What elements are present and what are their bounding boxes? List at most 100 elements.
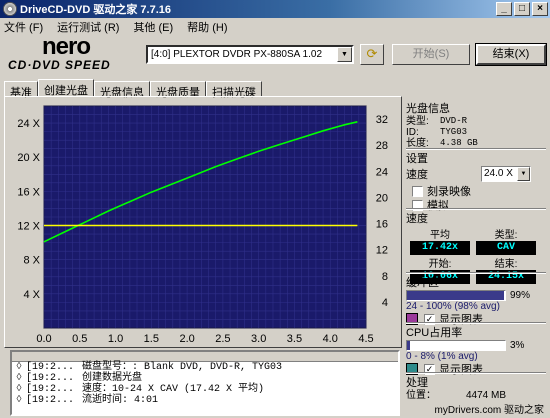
log-text: 磁盘型号：: Blank DVD, DVD-R, TYG03 [82, 362, 283, 373]
log-panel[interactable]: ◊ [19:2... 磁盘型号：: Blank DVD, DVD-R, TYG03 … [10, 350, 400, 416]
start-speed-label: 开始: [428, 259, 452, 270]
log-time: [19:2... [26, 373, 75, 384]
position-value: 4474 MB [466, 390, 507, 401]
x-tick-label: 3.0 [251, 333, 266, 345]
disc-id-label: ID: [406, 127, 419, 138]
x-tick-label: 4.5 [358, 333, 373, 345]
tab-benchmark[interactable]: 基准 [4, 81, 38, 99]
cpu-title: CPU占用率 [406, 327, 463, 339]
info-icon: ◊ [16, 395, 23, 406]
cpu-bar [406, 340, 506, 351]
end-speed-label: 结束: [494, 259, 518, 270]
y-left-tick-label: 24 X [17, 118, 40, 130]
chevron-down-icon[interactable]: ▼ [337, 47, 352, 62]
y-left-tick-label: 8 X [23, 255, 40, 267]
x-tick-label: 1.5 [144, 333, 159, 345]
log-time: [19:2... [26, 384, 75, 395]
maximize-button[interactable]: □ [514, 2, 530, 16]
y-right-tick-label: 28 [376, 140, 388, 152]
tab-bar: 基准 创建光盘 光盘信息 光盘质量 扫描光碟 [4, 79, 262, 99]
y-right-tick-label: 32 [376, 114, 388, 126]
log-row: ◊ [19:2... 速度：10-24 X CAV (17.42 X 平均) [12, 384, 398, 395]
log-text: 创建数据光盘 [82, 373, 142, 384]
y-left-tick-label: 20 X [17, 152, 40, 164]
tab-disc-quality[interactable]: 光盘质量 [150, 81, 206, 99]
log-row: ◊ [19:2... 磁盘型号：: Blank DVD, DVD-R, TYG03 [12, 362, 398, 373]
speed-setting-row: 速度 24.0 X ▼ [406, 166, 546, 182]
settings-section: 设置 速度 24.0 X ▼ 刻录映像 模拟 [406, 148, 546, 212]
y-right-tick-label: 20 [376, 192, 388, 204]
speed-select[interactable]: 24.0 X ▼ [481, 166, 531, 182]
cpu-percent: 3% [510, 340, 525, 351]
x-tick-label: 2.0 [179, 333, 194, 345]
window-title: DriveCD-DVD 驱动之家 7.7.16 [20, 4, 171, 16]
process-section: 处理 位置： 4474 MB [406, 372, 546, 401]
record-image-checkbox[interactable]: 刻录映像 [412, 184, 546, 198]
log-time: [19:2... [26, 362, 75, 373]
disc-info-title: 光盘信息 [406, 103, 450, 115]
y-left-tick-label: 16 X [17, 186, 40, 198]
watermark: myDrivers.com 驱动之家 [434, 405, 544, 416]
x-tick-label: 3.5 [287, 333, 302, 345]
x-tick-label: 4.0 [323, 333, 338, 345]
log-row: ◊ [19:2... 创建数据光盘 [12, 373, 398, 384]
speed-chart-svg: 0.0 0.5 1.0 1.5 2.0 2.5 3.0 3.5 4.0 4.5 24 X 20 X 16… [17, 105, 388, 345]
exit-button[interactable]: 结束(X) [475, 43, 547, 66]
avg-speed-value: 17.42x [410, 241, 470, 255]
disc-info-section: 光盘信息 类型: DVD-R ID: TYG03 长度: 4.38 GB [406, 100, 546, 149]
speed-labels-row-1: 平均 类型: [406, 226, 546, 241]
logo-brand: nero [42, 33, 91, 60]
info-icon: ◊ [16, 384, 23, 395]
disc-type-value: DVD-R [440, 116, 468, 126]
close-button[interactable]: × [532, 2, 548, 16]
y-right-tick-label: 24 [376, 166, 388, 178]
process-title: 处理 [406, 377, 428, 389]
menu-help[interactable]: 帮助 (H) [187, 19, 227, 35]
position-row: 位置： 4474 MB [406, 390, 546, 401]
position-label: 位置： [406, 390, 436, 401]
tab-create-disc[interactable]: 创建光盘 [38, 79, 94, 97]
tab-disc-info[interactable]: 光盘信息 [94, 81, 150, 99]
y-right-tick-label: 12 [376, 245, 388, 257]
menu-file[interactable]: 文件 (F) [4, 19, 43, 35]
title-bar: DriveCD-DVD 驱动之家 7.7.16 _ □ × [0, 0, 550, 18]
speed-values-row-1: 17.42x CAV [406, 241, 546, 255]
disc-id-row: ID: TYG03 [406, 127, 546, 138]
app-disc-icon [3, 2, 17, 16]
log-time: [19:2... [26, 395, 75, 406]
speed-chart: 0.0 0.5 1.0 1.5 2.0 2.5 3.0 3.5 4.0 4.5 24 X 20 X 16… [8, 102, 400, 348]
speed-type-label: 类型: [494, 230, 518, 241]
x-tick-label: 0.5 [72, 333, 87, 345]
start-button[interactable]: 开始(S) [392, 44, 470, 65]
nero-logo: nero CD·DVD SPEED [8, 33, 128, 74]
x-tick-label: 0.0 [36, 333, 51, 345]
refresh-button[interactable]: ⟳ [360, 44, 384, 65]
y-left-tick-label: 12 X [17, 221, 40, 233]
y-right-tick-label: 4 [382, 297, 388, 309]
logo-product: CD·DVD SPEED [8, 58, 111, 72]
checkbox-box[interactable] [412, 185, 423, 197]
tab-scan-disc[interactable]: 扫描光碟 [206, 81, 262, 99]
speed-labels-row-2: 开始: 结束: [406, 255, 546, 270]
disc-id-value: TYG03 [440, 127, 468, 137]
speed-setting-label: 速度 [406, 169, 428, 181]
buffer-title: 缓冲区 [406, 277, 439, 289]
drive-select-value: [4:0] PLEXTOR DVDR PX-880SA 1.02 [151, 49, 323, 60]
cpu-bar-fill [407, 341, 410, 350]
menu-other[interactable]: 其他 (E) [133, 19, 173, 35]
y-right-tick-label: 16 [376, 219, 388, 231]
log-row: ◊ [19:2... 流逝时间: 4:01 [12, 395, 398, 406]
info-icon: ◊ [16, 373, 23, 384]
y-right-tick-label: 8 [382, 271, 388, 283]
log-text: 流逝时间: 4:01 [82, 395, 159, 406]
log-text: 速度：10-24 X CAV (17.42 X 平均) [82, 384, 265, 395]
buffer-bar-row: 99% [406, 290, 546, 301]
chevron-down-icon[interactable]: ▼ [517, 167, 530, 181]
settings-title: 设置 [406, 153, 428, 165]
refresh-icon: ⟳ [366, 46, 378, 61]
disc-type-row: 类型: DVD-R [406, 116, 546, 127]
buffer-section: 缓冲区 99% 24 - 100% (98% avg) ✓ 显示图表 [406, 272, 546, 326]
y-left-tick-label: 4 X [23, 289, 40, 301]
minimize-button[interactable]: _ [496, 2, 512, 16]
drive-select[interactable]: [4:0] PLEXTOR DVDR PX-880SA 1.02 ▼ [146, 45, 354, 64]
